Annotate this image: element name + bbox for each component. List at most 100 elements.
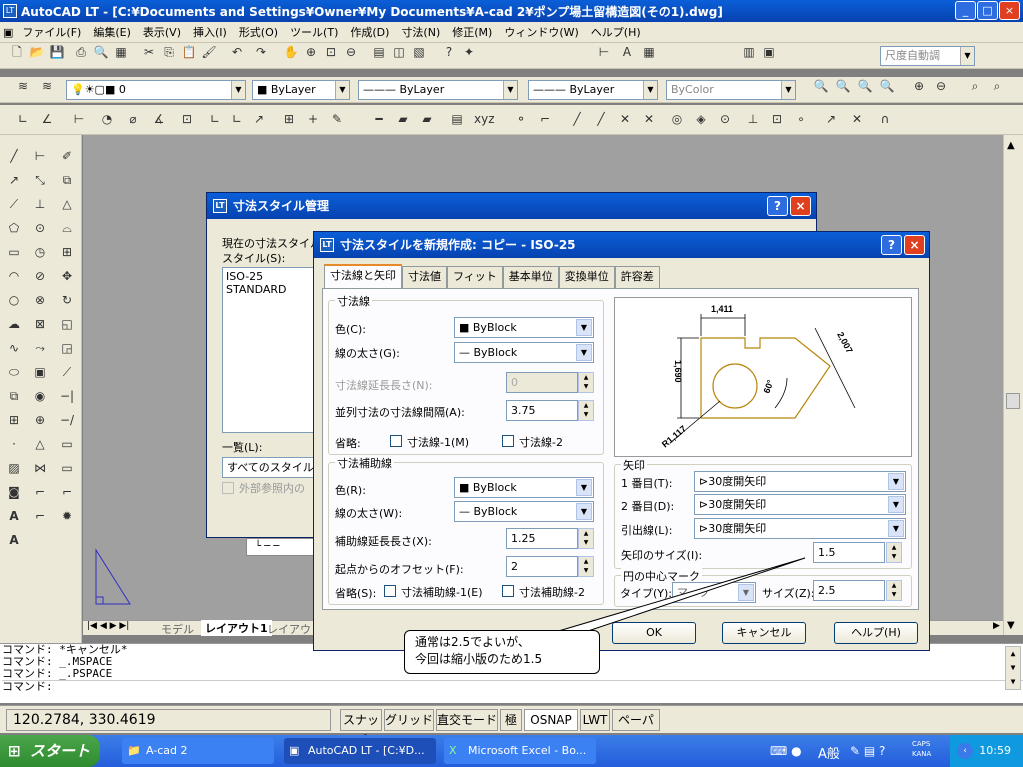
join2-icon[interactable]: ▭ [58, 459, 76, 477]
maximize-button[interactable]: □ [977, 1, 998, 20]
ime-tools-icon[interactable]: ✎ ▤ ? [850, 744, 885, 758]
mirror2-icon[interactable]: △ [58, 195, 76, 213]
dimline-color-select[interactable]: ■ ByBlock ▼ [454, 317, 594, 338]
break-icon[interactable]: △ [31, 435, 49, 453]
menu-edit[interactable]: 編集(E) [87, 24, 137, 40]
task-autocad[interactable]: ▣ AutoCAD LT - [C:¥D... [284, 738, 436, 764]
help-button[interactable]: ? [767, 196, 788, 216]
lwt-toggle[interactable]: LWT [580, 709, 610, 731]
osnap-toggle[interactable]: OSNAP [524, 709, 578, 731]
spinner-icon[interactable]: ▲ ▼ [578, 400, 594, 421]
move2-icon[interactable]: ✥ [58, 267, 76, 285]
help-icon[interactable]: ? [440, 43, 458, 61]
osnap-perp-icon[interactable]: ⊥ [744, 110, 762, 128]
fillet-icon[interactable]: ⌐ [31, 507, 49, 525]
open-file-icon[interactable]: 📂 [28, 43, 46, 61]
osnap-settings-icon[interactable]: ∩ [876, 110, 894, 128]
extend-icon[interactable]: ⊕ [31, 411, 49, 429]
polar-toggle[interactable]: 極 [500, 709, 522, 731]
menu-help[interactable]: ヘルプ(H) [585, 24, 647, 40]
list-item[interactable]: STANDARD [226, 283, 313, 296]
tab-fit[interactable]: フィット [447, 266, 503, 288]
zoom-out-icon[interactable]: ⊖ [932, 77, 950, 95]
make-block-icon[interactable]: ⊞ [5, 411, 23, 429]
paste-icon[interactable]: 📋 [180, 43, 198, 61]
command-scrollbar[interactable]: ▲ ▼ ▼ [1005, 646, 1021, 690]
array-icon[interactable]: ◷ [31, 243, 49, 261]
layer-previous-icon[interactable]: ▣ [760, 43, 778, 61]
autocad-app-icon[interactable]: LT [3, 4, 17, 18]
break2-icon[interactable]: ▭ [58, 435, 76, 453]
plotstyle-combo[interactable]: ByColor ▼ [666, 80, 796, 100]
coordinate-display[interactable]: 120.2784, 330.4619 [6, 709, 331, 731]
arc-icon[interactable]: ◠ [5, 267, 23, 285]
osnap-endpoint-icon[interactable]: ⚬ [512, 110, 530, 128]
refedit-icon[interactable]: ✦ [460, 43, 478, 61]
extline-color-select[interactable]: ■ ByBlock ▼ [454, 477, 594, 498]
extline-ext-input[interactable]: 1.25 [506, 528, 578, 549]
layer-states-icon[interactable]: ≋ [38, 77, 56, 95]
center-mark-icon[interactable]: + [304, 110, 322, 128]
close-button[interactable]: × [999, 1, 1020, 20]
zoom-in-icon[interactable]: ⊕ [910, 77, 928, 95]
offset-icon[interactable]: ⊙ [31, 219, 49, 237]
spinner-icon[interactable]: ▲ ▼ [578, 372, 594, 393]
arrow-first-select[interactable]: ⊳30度開矢印 ▼ [694, 471, 906, 492]
start-button[interactable]: ⊞ スタート [0, 735, 100, 767]
clock[interactable]: 10:59 [979, 744, 1011, 757]
mtext-icon[interactable]: A [5, 507, 23, 525]
xref-checkbox[interactable] [222, 482, 234, 494]
text-icon[interactable]: ▤ [448, 110, 466, 128]
design-center-icon[interactable]: ◫ [390, 43, 408, 61]
arrow-second-select[interactable]: ⊳30度開矢印 ▼ [694, 494, 906, 515]
zoom-realtime-icon[interactable]: ⊕ [302, 43, 320, 61]
osnap-line-icon[interactable]: ╱ [592, 110, 610, 128]
copy-icon[interactable]: ⎘ [160, 43, 178, 61]
scroll-up-icon[interactable]: ▲ [1007, 140, 1015, 151]
close-button[interactable]: × [904, 235, 925, 255]
osnap-center-icon[interactable]: ◎ [668, 110, 686, 128]
revcloud-icon[interactable]: ☁ [5, 315, 23, 333]
line-icon[interactable]: ╱ [5, 147, 23, 165]
publish-icon[interactable]: ▦ [112, 43, 130, 61]
menu-view[interactable]: 表示(V) [137, 24, 187, 40]
polygon-icon[interactable]: ⬠ [5, 219, 23, 237]
menu-draw[interactable]: 作成(D) [344, 24, 395, 40]
color-combo[interactable]: ■ ByLayer ▼ [252, 80, 350, 100]
menu-insert[interactable]: 挿入(I) [187, 24, 233, 40]
baseline-dim-icon[interactable]: ∟ [206, 110, 224, 128]
osnap-node-icon[interactable]: ⊡ [768, 110, 786, 128]
document-icon[interactable]: ▣ [0, 26, 16, 39]
help-button[interactable]: ? [881, 235, 902, 255]
help-button[interactable]: ヘルプ(H) [834, 622, 918, 644]
chamfer-icon[interactable]: ⌐ [31, 483, 49, 501]
copy2-icon[interactable]: ⧉ [58, 171, 76, 189]
dtext-icon[interactable]: A [5, 531, 23, 549]
diameter-dim-icon[interactable]: ⌀ [124, 110, 142, 128]
properties-icon[interactable]: ▤ [370, 43, 388, 61]
dimstyle-icon[interactable]: ⊢ [595, 43, 613, 61]
join-icon[interactable]: ⋈ [31, 459, 49, 477]
spinner-icon[interactable]: ▲ ▼ [578, 528, 594, 549]
eraser-icon[interactable]: ✐ [58, 147, 76, 165]
polyline-icon[interactable]: ⟋ [5, 195, 23, 213]
leader-icon[interactable]: ↗ [250, 110, 268, 128]
styles-list[interactable]: ISO-25 STANDARD [222, 267, 317, 433]
aligned-dim-icon[interactable]: ∠ [38, 110, 56, 128]
zoom-previous-icon[interactable]: ⊖ [342, 43, 360, 61]
tab-layout1[interactable]: レイアウト1 [201, 620, 272, 636]
ellipse-icon[interactable]: ⬭ [5, 363, 23, 381]
minimize-button[interactable]: _ [955, 1, 976, 20]
extline-lw-select[interactable]: — ByBlock ▼ [454, 501, 594, 522]
offset2-icon[interactable]: ⌓ [58, 219, 76, 237]
xline-icon[interactable]: ↗ [5, 171, 23, 189]
tool-palettes-icon[interactable]: ▧ [410, 43, 428, 61]
spline-icon[interactable]: ∿ [5, 339, 23, 357]
match-properties-icon[interactable]: 🖌 [200, 43, 218, 61]
tray-arrow-icon[interactable]: ‹ [957, 743, 973, 759]
pan-icon[interactable]: ✋ [282, 43, 300, 61]
close-button[interactable]: × [790, 196, 811, 216]
mirror-icon[interactable]: ⊥ [31, 195, 49, 213]
spinner-icon[interactable]: ▲ ▼ [886, 580, 902, 601]
table-icon[interactable]: ▦ [640, 43, 658, 61]
